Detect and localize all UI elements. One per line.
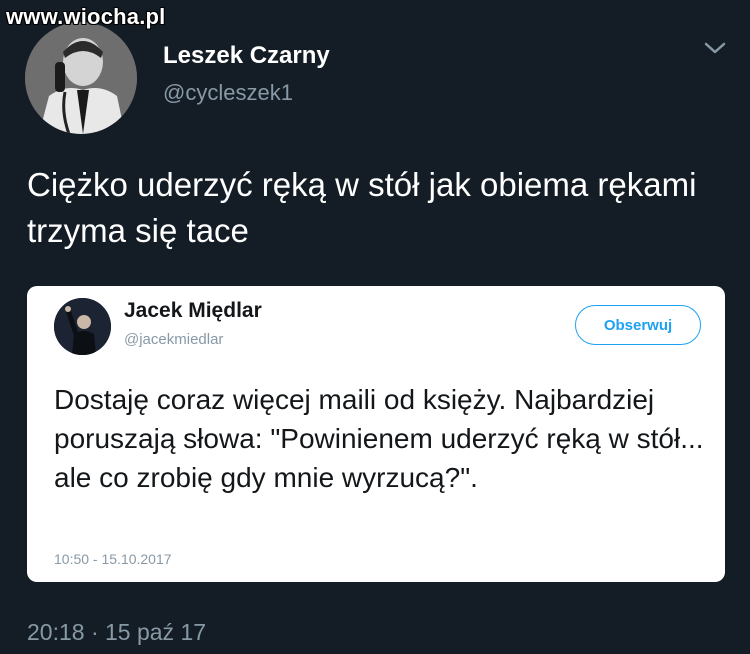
author-handle[interactable]: @cycleszek1 xyxy=(163,80,293,106)
author-avatar-photo xyxy=(25,22,137,134)
quoted-tweet-card[interactable]: Jacek Międlar @jacekmiedlar Obserwuj Dos… xyxy=(27,286,725,582)
author-name[interactable]: Leszek Czarny xyxy=(163,42,330,70)
quoted-tweet-timestamp[interactable]: 10:50 - 15.10.2017 xyxy=(54,551,172,567)
follow-button[interactable]: Obserwuj xyxy=(575,305,701,345)
quoted-author-avatar-photo xyxy=(54,298,111,355)
author-avatar[interactable] xyxy=(25,22,137,134)
quoted-author-name[interactable]: Jacek Międlar xyxy=(124,299,262,323)
quoted-tweet-text: Dostaję coraz więcej maili od księży. Na… xyxy=(54,384,704,493)
watermark-logo: www.wiocha.pl xyxy=(6,4,166,29)
tweet-timestamp[interactable]: 20:18 · 15 paź 17 xyxy=(27,619,206,646)
quoted-author-handle[interactable]: @jacekmiedlar xyxy=(124,331,223,348)
chevron-down-icon[interactable] xyxy=(703,36,727,60)
tweet-text: Ciężko uderzyć ręką w stół jak obiema rę… xyxy=(27,166,697,249)
quoted-author-avatar[interactable] xyxy=(54,298,111,355)
